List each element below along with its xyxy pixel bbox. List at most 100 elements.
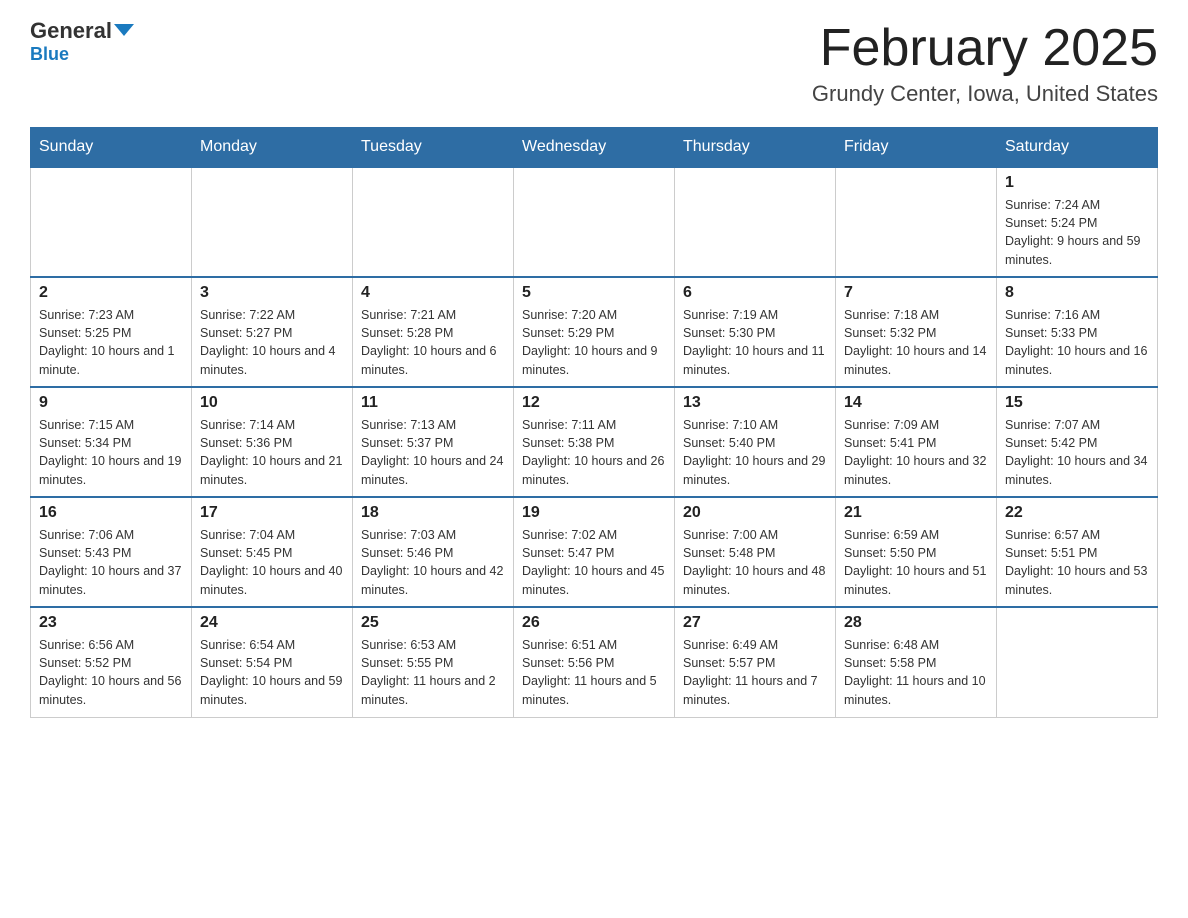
day-number: 28 <box>844 614 988 632</box>
day-number: 13 <box>683 394 827 412</box>
day-number: 24 <box>200 614 344 632</box>
day-cell-3-2: 18Sunrise: 7:03 AM Sunset: 5:46 PM Dayli… <box>353 497 514 607</box>
day-info: Sunrise: 6:51 AM Sunset: 5:56 PM Dayligh… <box>522 636 666 709</box>
day-cell-4-3: 26 Sunrise: 6:51 AM Sunset: 5:56 PM Dayli… <box>514 607 675 717</box>
day-number: 22 <box>1005 504 1149 522</box>
day-info: Sunrise: 6:56 AM Sunset: 5:52 PM Dayligh… <box>39 636 183 709</box>
day-number: 11 <box>361 394 505 412</box>
day-info: Sunrise: 6:53 AM Sunset: 5:55 PM Dayligh… <box>361 636 505 709</box>
day-cell-3-0: 16 Sunrise: 7:06 AM Sunset: 5:43 PM Dayli… <box>31 497 192 607</box>
day-number: 15 <box>1005 394 1149 412</box>
day-info: Sunrise: 7:22 AM Sunset: 5:27 PM Dayligh… <box>200 306 344 379</box>
day-number: 9 <box>39 394 183 412</box>
day-info: Sunrise: 6:49 AM Sunset: 5:57 PM Dayligh… <box>683 636 827 709</box>
week-row-1: 1 Sunrise: 7:24 AM Sunset: 5:24 PM Daylig… <box>31 167 1158 277</box>
day-info: Sunrise: 7:14 AM Sunset: 5:36 PM Dayligh… <box>200 416 344 489</box>
day-cell-2-2: 11 Sunrise: 7:13 AM Sunset: 5:37 PM Dayli… <box>353 387 514 497</box>
day-cell-2-4: 13 Sunrise: 7:10 AM Sunset: 5:40 PM Dayli… <box>675 387 836 497</box>
day-info: Sunrise: 6:54 AM Sunset: 5:54 PM Dayligh… <box>200 636 344 709</box>
day-cell-1-3: 5Sunrise: 7:20 AM Sunset: 5:29 PM Daylig… <box>514 277 675 387</box>
day-info: Sunrise: 7:06 AM Sunset: 5:43 PM Dayligh… <box>39 526 183 599</box>
day-number: 10 <box>200 394 344 412</box>
day-cell-0-1 <box>192 167 353 277</box>
week-row-4: 16 Sunrise: 7:06 AM Sunset: 5:43 PM Dayli… <box>31 497 1158 607</box>
day-cell-0-0 <box>31 167 192 277</box>
logo-triangle-icon <box>114 24 134 36</box>
day-cell-0-5 <box>836 167 997 277</box>
day-info: Sunrise: 7:11 AM Sunset: 5:38 PM Dayligh… <box>522 416 666 489</box>
day-number: 25 <box>361 614 505 632</box>
day-info: Sunrise: 7:07 AM Sunset: 5:42 PM Dayligh… <box>1005 416 1149 489</box>
day-info: Sunrise: 7:02 AM Sunset: 5:47 PM Dayligh… <box>522 526 666 599</box>
day-info: Sunrise: 7:04 AM Sunset: 5:45 PM Dayligh… <box>200 526 344 599</box>
page-header: General Blue February 2025 Grundy Center… <box>30 20 1158 107</box>
day-cell-0-3 <box>514 167 675 277</box>
day-cell-2-1: 10 Sunrise: 7:14 AM Sunset: 5:36 PM Dayli… <box>192 387 353 497</box>
day-number: 14 <box>844 394 988 412</box>
day-info: Sunrise: 7:16 AM Sunset: 5:33 PM Dayligh… <box>1005 306 1149 379</box>
header-saturday: Saturday <box>997 128 1158 168</box>
day-number: 6 <box>683 284 827 302</box>
day-number: 12 <box>522 394 666 412</box>
week-row-5: 23 Sunrise: 6:56 AM Sunset: 5:52 PM Dayli… <box>31 607 1158 717</box>
day-cell-4-6 <box>997 607 1158 717</box>
day-number: 26 <box>522 614 666 632</box>
day-info: Sunrise: 6:57 AM Sunset: 5:51 PM Dayligh… <box>1005 526 1149 599</box>
title-area: February 2025 Grundy Center, Iowa, Unite… <box>812 20 1158 107</box>
day-info: Sunrise: 7:15 AM Sunset: 5:34 PM Dayligh… <box>39 416 183 489</box>
day-info: Sunrise: 7:00 AM Sunset: 5:48 PM Dayligh… <box>683 526 827 599</box>
week-row-3: 9 Sunrise: 7:15 AM Sunset: 5:34 PM Daylig… <box>31 387 1158 497</box>
logo-blue: Blue <box>30 44 69 65</box>
day-cell-1-4: 6 Sunrise: 7:19 AM Sunset: 5:30 PM Daylig… <box>675 277 836 387</box>
day-number: 23 <box>39 614 183 632</box>
weekday-header-row: Sunday Monday Tuesday Wednesday Thursday… <box>31 128 1158 168</box>
header-thursday: Thursday <box>675 128 836 168</box>
day-number: 19 <box>522 504 666 522</box>
header-monday: Monday <box>192 128 353 168</box>
day-number: 1 <box>1005 174 1149 192</box>
day-cell-1-6: 8Sunrise: 7:16 AM Sunset: 5:33 PM Daylig… <box>997 277 1158 387</box>
day-info: Sunrise: 7:20 AM Sunset: 5:29 PM Dayligh… <box>522 306 666 379</box>
day-cell-1-1: 3 Sunrise: 7:22 AM Sunset: 5:27 PM Daylig… <box>192 277 353 387</box>
day-info: Sunrise: 7:23 AM Sunset: 5:25 PM Dayligh… <box>39 306 183 379</box>
day-info: Sunrise: 7:09 AM Sunset: 5:41 PM Dayligh… <box>844 416 988 489</box>
logo: General Blue <box>30 20 134 65</box>
day-number: 3 <box>200 284 344 302</box>
day-cell-4-0: 23 Sunrise: 6:56 AM Sunset: 5:52 PM Dayli… <box>31 607 192 717</box>
month-title: February 2025 <box>812 20 1158 77</box>
header-sunday: Sunday <box>31 128 192 168</box>
day-cell-2-5: 14 Sunrise: 7:09 AM Sunset: 5:41 PM Dayli… <box>836 387 997 497</box>
day-cell-4-1: 24 Sunrise: 6:54 AM Sunset: 5:54 PM Dayli… <box>192 607 353 717</box>
day-info: Sunrise: 6:59 AM Sunset: 5:50 PM Dayligh… <box>844 526 988 599</box>
day-info: Sunrise: 6:48 AM Sunset: 5:58 PM Dayligh… <box>844 636 988 709</box>
day-number: 16 <box>39 504 183 522</box>
day-number: 18 <box>361 504 505 522</box>
header-tuesday: Tuesday <box>353 128 514 168</box>
day-cell-4-2: 25 Sunrise: 6:53 AM Sunset: 5:55 PM Dayli… <box>353 607 514 717</box>
day-info: Sunrise: 7:18 AM Sunset: 5:32 PM Dayligh… <box>844 306 988 379</box>
week-row-2: 2 Sunrise: 7:23 AM Sunset: 5:25 PM Daylig… <box>31 277 1158 387</box>
day-cell-3-4: 20 Sunrise: 7:00 AM Sunset: 5:48 PM Dayli… <box>675 497 836 607</box>
day-info: Sunrise: 7:24 AM Sunset: 5:24 PM Dayligh… <box>1005 196 1149 269</box>
day-number: 20 <box>683 504 827 522</box>
day-cell-1-0: 2 Sunrise: 7:23 AM Sunset: 5:25 PM Daylig… <box>31 277 192 387</box>
day-cell-0-4 <box>675 167 836 277</box>
day-info: Sunrise: 7:10 AM Sunset: 5:40 PM Dayligh… <box>683 416 827 489</box>
day-cell-2-0: 9 Sunrise: 7:15 AM Sunset: 5:34 PM Daylig… <box>31 387 192 497</box>
location: Grundy Center, Iowa, United States <box>812 81 1158 107</box>
logo-general: General <box>30 20 134 42</box>
day-info: Sunrise: 7:19 AM Sunset: 5:30 PM Dayligh… <box>683 306 827 379</box>
day-cell-1-5: 7 Sunrise: 7:18 AM Sunset: 5:32 PM Daylig… <box>836 277 997 387</box>
day-cell-4-4: 27Sunrise: 6:49 AM Sunset: 5:57 PM Dayli… <box>675 607 836 717</box>
day-cell-3-5: 21Sunrise: 6:59 AM Sunset: 5:50 PM Dayli… <box>836 497 997 607</box>
day-cell-4-5: 28 Sunrise: 6:48 AM Sunset: 5:58 PM Dayli… <box>836 607 997 717</box>
day-number: 2 <box>39 284 183 302</box>
day-cell-2-6: 15 Sunrise: 7:07 AM Sunset: 5:42 PM Dayli… <box>997 387 1158 497</box>
header-friday: Friday <box>836 128 997 168</box>
day-info: Sunrise: 7:13 AM Sunset: 5:37 PM Dayligh… <box>361 416 505 489</box>
day-cell-3-3: 19 Sunrise: 7:02 AM Sunset: 5:47 PM Dayli… <box>514 497 675 607</box>
header-wednesday: Wednesday <box>514 128 675 168</box>
day-number: 7 <box>844 284 988 302</box>
day-cell-0-6: 1 Sunrise: 7:24 AM Sunset: 5:24 PM Daylig… <box>997 167 1158 277</box>
day-info: Sunrise: 7:21 AM Sunset: 5:28 PM Dayligh… <box>361 306 505 379</box>
